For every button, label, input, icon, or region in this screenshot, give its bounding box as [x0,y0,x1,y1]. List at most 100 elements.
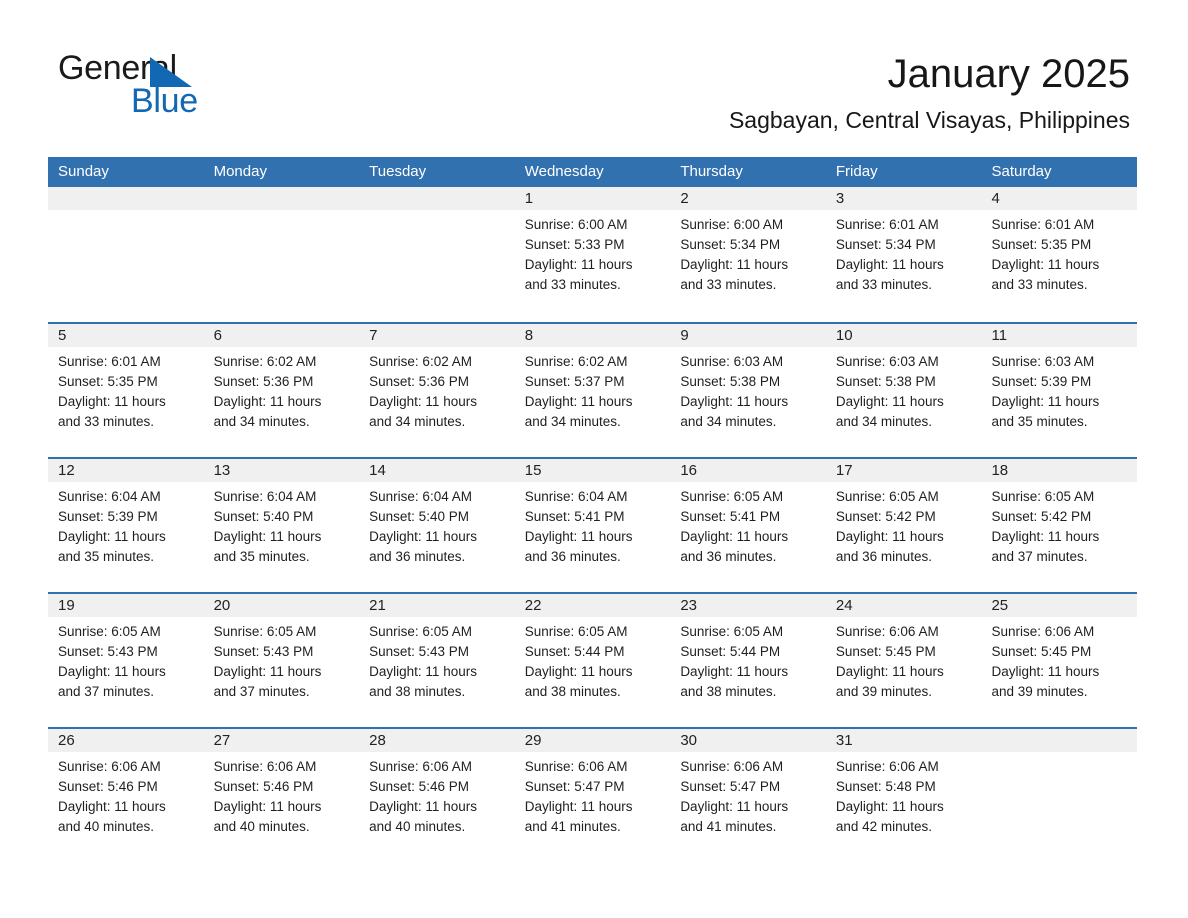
calendar-day-cell[interactable]: 1 Sunrise: 6:00 AM Sunset: 5:33 PM Daylight… [514,187,671,322]
day-details: Sunrise: 6:05 AM Sunset: 5:44 PM Daylight:… [670,617,826,702]
daylight-text-line2: and 35 minutes. [213,549,310,564]
calendar-day-cell[interactable]: 5 Sunrise: 6:01 AM Sunset: 5:35 PM Daylight… [48,324,204,457]
sunset-text: Sunset: 5:41 PM [680,509,781,524]
sunrise-text: Sunrise: 6:05 AM [835,489,939,504]
day-details: Sunrise: 6:05 AM Sunset: 5:43 PM Daylight:… [204,617,360,702]
calendar-day-cell[interactable]: 25 Sunrise: 6:06 AM Sunset: 5:45 PM Dayligh… [981,594,1138,727]
sunset-text: Sunset: 5:42 PM [835,509,936,524]
day-details: Sunrise: 6:06 AM Sunset: 5:46 PM Daylight:… [204,752,360,837]
sunset-text: Sunset: 5:39 PM [991,374,1092,389]
calendar-day-cell[interactable]: 11 Sunrise: 6:03 AM Sunset: 5:39 PM Dayligh… [981,324,1138,457]
day-number: 9 [680,327,689,344]
sunrise-text: Sunrise: 6:06 AM [58,759,161,774]
sunset-text: Sunset: 5:46 PM [58,779,158,794]
calendar-table: Sunday Monday Tuesday Wednesday Thursday… [48,157,1138,862]
calendar-day-cell[interactable]: 10 Sunrise: 6:03 AM Sunset: 5:38 PM Dayligh… [825,324,982,457]
sunrise-text: Sunrise: 6:05 AM [680,624,784,639]
calendar-week-row: 1 Sunrise: 6:00 AM Sunset: 5:33 PM Daylight… [48,187,1138,322]
weekday-header-saturday: Saturday [991,163,1052,180]
sunset-text: Sunset: 5:38 PM [680,374,781,389]
calendar-day-cell[interactable]: 14 Sunrise: 6:04 AM Sunset: 5:40 PM Dayligh… [359,459,515,592]
daylight-text-line1: Daylight: 11 hours [680,664,789,679]
day-number-band: 23 [670,594,826,617]
calendar-day-cell[interactable]: 3 Sunrise: 6:01 AM Sunset: 5:34 PM Daylight… [825,187,982,322]
calendar-day-cell[interactable]: 28 Sunrise: 6:06 AM Sunset: 5:46 PM Dayligh… [359,729,515,862]
day-number: 26 [58,732,75,749]
day-details: Sunrise: 6:06 AM Sunset: 5:48 PM Daylight:… [826,752,982,837]
sunrise-text: Sunrise: 6:03 AM [835,354,939,369]
day-details: Sunrise: 6:02 AM Sunset: 5:36 PM Daylight:… [204,347,360,432]
daylight-text-line2: and 36 minutes. [680,549,777,564]
calendar-day-cell-empty [981,729,1138,862]
day-number: 29 [524,732,542,749]
calendar-day-cell[interactable]: 30 Sunrise: 6:06 AM Sunset: 5:47 PM Dayligh… [670,729,826,862]
daylight-text-line2: and 39 minutes. [835,684,932,699]
day-number: 2 [680,190,689,207]
sunrise-text: Sunrise: 6:01 AM [835,217,939,232]
daylight-text-line1: Daylight: 11 hours [369,664,477,679]
day-number: 15 [524,462,542,479]
sunrise-text: Sunrise: 6:03 AM [680,354,784,369]
daylight-text-line1: Daylight: 11 hours [835,257,944,272]
sunset-text: Sunset: 5:40 PM [369,509,469,524]
sunset-text: Sunset: 5:48 PM [835,779,936,794]
calendar-day-cell[interactable]: 19 Sunrise: 6:05 AM Sunset: 5:43 PM Dayligh… [48,594,204,727]
daylight-text-line1: Daylight: 11 hours [524,257,633,272]
calendar-day-cell[interactable]: 9 Sunrise: 6:03 AM Sunset: 5:38 PM Daylight… [670,324,826,457]
calendar-day-cell[interactable]: 15 Sunrise: 6:04 AM Sunset: 5:41 PM Dayligh… [514,459,671,592]
sunset-text: Sunset: 5:37 PM [524,374,625,389]
calendar-day-cell[interactable]: 31 Sunrise: 6:06 AM Sunset: 5:48 PM Dayligh… [825,729,982,862]
calendar-day-cell[interactable]: 20 Sunrise: 6:05 AM Sunset: 5:43 PM Dayligh… [203,594,360,727]
calendar-day-cell[interactable]: 6 Sunrise: 6:02 AM Sunset: 5:36 PM Daylight… [203,324,360,457]
calendar-day-cell[interactable]: 18 Sunrise: 6:05 AM Sunset: 5:42 PM Dayligh… [981,459,1138,592]
daylight-text-line1: Daylight: 11 hours [680,529,789,544]
sunrise-text: Sunrise: 6:04 AM [213,489,317,504]
calendar-day-cell[interactable]: 2 Sunrise: 6:00 AM Sunset: 5:34 PM Daylight… [670,187,826,322]
calendar-day-cell[interactable]: 4 Sunrise: 6:01 AM Sunset: 5:35 PM Daylight… [981,187,1138,322]
calendar-day-cell[interactable]: 22 Sunrise: 6:05 AM Sunset: 5:44 PM Dayligh… [514,594,671,727]
daylight-text-line1: Daylight: 11 hours [991,664,1100,679]
day-number: 19 [58,597,75,614]
day-details: Sunrise: 6:02 AM Sunset: 5:37 PM Daylight:… [515,347,671,432]
day-number-band [981,729,1138,752]
calendar-day-cell[interactable]: 17 Sunrise: 6:05 AM Sunset: 5:42 PM Dayligh… [825,459,982,592]
day-number: 12 [58,462,75,479]
day-number-band: 15 [514,459,671,482]
sunrise-text: Sunrise: 6:02 AM [369,354,472,369]
calendar-day-cell[interactable]: 27 Sunrise: 6:06 AM Sunset: 5:46 PM Dayligh… [203,729,360,862]
sunset-text: Sunset: 5:38 PM [835,374,936,389]
sunset-text: Sunset: 5:47 PM [680,779,781,794]
day-number-band: 20 [203,594,360,617]
daylight-text-line2: and 38 minutes. [369,684,466,699]
calendar-day-cell[interactable]: 29 Sunrise: 6:06 AM Sunset: 5:47 PM Dayligh… [514,729,671,862]
page-subtitle: Sagbayan, Central Visayas, Philippines [728,107,1130,133]
calendar-day-cell[interactable]: 7 Sunrise: 6:02 AM Sunset: 5:36 PM Daylight… [359,324,515,457]
day-number: 17 [835,462,853,479]
sunrise-text: Sunrise: 6:06 AM [213,759,317,774]
day-details: Sunrise: 6:04 AM Sunset: 5:41 PM Daylight:… [515,482,671,567]
daylight-text-line2: and 36 minutes. [835,549,932,564]
day-details: Sunrise: 6:04 AM Sunset: 5:40 PM Daylight:… [204,482,360,567]
day-details: Sunrise: 6:05 AM Sunset: 5:42 PM Daylight:… [826,482,982,567]
calendar-day-cell[interactable]: 16 Sunrise: 6:05 AM Sunset: 5:41 PM Dayligh… [670,459,826,592]
sunrise-text: Sunrise: 6:06 AM [369,759,472,774]
day-number-band: 11 [981,324,1138,347]
day-details: Sunrise: 6:04 AM Sunset: 5:39 PM Daylight:… [48,482,204,567]
daylight-text-line1: Daylight: 11 hours [369,799,477,814]
calendar-day-cell[interactable]: 8 Sunrise: 6:02 AM Sunset: 5:37 PM Daylight… [514,324,671,457]
daylight-text-line1: Daylight: 11 hours [213,799,322,814]
daylight-text-line1: Daylight: 11 hours [213,529,322,544]
daylight-text-line1: Daylight: 11 hours [213,394,322,409]
day-details: Sunrise: 6:05 AM Sunset: 5:42 PM Daylight:… [981,482,1137,567]
calendar-day-cell[interactable]: 23 Sunrise: 6:05 AM Sunset: 5:44 PM Dayligh… [670,594,826,727]
calendar-day-cell[interactable]: 21 Sunrise: 6:05 AM Sunset: 5:43 PM Dayligh… [359,594,515,727]
daylight-text-line1: Daylight: 11 hours [524,394,633,409]
day-number: 11 [991,327,1008,344]
calendar-day-cell[interactable]: 24 Sunrise: 6:06 AM Sunset: 5:45 PM Dayligh… [825,594,982,727]
calendar-day-cell[interactable]: 13 Sunrise: 6:04 AM Sunset: 5:40 PM Dayligh… [203,459,360,592]
daylight-text-line1: Daylight: 11 hours [835,529,944,544]
daylight-text-line2: and 38 minutes. [524,684,621,699]
calendar-day-cell[interactable]: 12 Sunrise: 6:04 AM Sunset: 5:39 PM Dayligh… [48,459,204,592]
daylight-text-line2: and 37 minutes. [991,549,1088,564]
calendar-day-cell[interactable]: 26 Sunrise: 6:06 AM Sunset: 5:46 PM Dayligh… [48,729,204,862]
